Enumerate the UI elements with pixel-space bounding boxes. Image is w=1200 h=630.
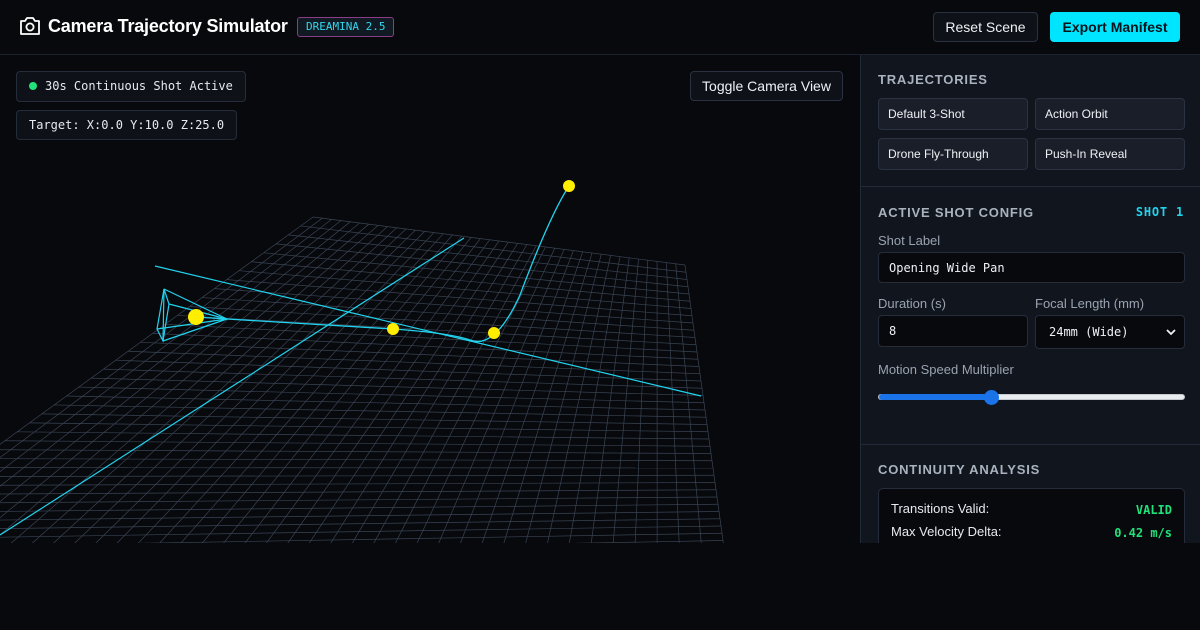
keyframe-2[interactable] [488, 327, 500, 339]
shot-config-title: Active Shot Config [878, 205, 1034, 220]
shot-id-badge: SHOT 1 [1135, 205, 1184, 219]
section-divider [861, 444, 1200, 445]
target-readout: Target: X:0.0 Y:10.0 Z:25.0 [16, 110, 238, 140]
trajectory-default-3-shot-button[interactable]: Default 3-Shot [878, 98, 1028, 130]
focal-length-select[interactable]: 24mm (Wide) [1035, 315, 1185, 349]
section-divider [861, 186, 1200, 187]
trajectory-action-orbit-button[interactable]: Action Orbit [1035, 98, 1185, 130]
velocity-delta-label: Max Velocity Delta: [891, 524, 1002, 539]
3d-viewport[interactable]: 30s Continuous Shot Active Target: X:0.0… [0, 55, 860, 543]
velocity-delta-value: 0.42 m/s [1114, 526, 1172, 540]
keyframe-1[interactable] [387, 323, 399, 335]
camera-position-marker[interactable] [188, 309, 204, 325]
control-sidebar: Trajectories Default 3-Shot Action Orbit… [860, 55, 1200, 543]
shot-label-input[interactable] [878, 252, 1185, 283]
axis-line-x [154, 265, 702, 397]
continuity-card: Transitions Valid: VALID Max Velocity De… [878, 488, 1185, 543]
camera-icon [20, 17, 40, 35]
reset-scene-button[interactable]: Reset Scene [933, 12, 1038, 42]
slider-fill [879, 394, 992, 400]
focal-length-value: 24mm (Wide) [1049, 325, 1129, 339]
trajectory-push-in-reveal-button[interactable]: Push-In Reveal [1035, 138, 1185, 170]
shot-status-chip: 30s Continuous Shot Active [16, 71, 246, 102]
version-badge: DREAMINA 2.5 [297, 17, 395, 37]
status-dot-icon [29, 82, 37, 90]
keyframe-3[interactable] [563, 180, 575, 192]
slider-thumb[interactable] [983, 390, 999, 405]
transitions-label: Transitions Valid: [891, 501, 990, 516]
continuity-title: Continuity Analysis [878, 462, 1041, 477]
duration-input[interactable] [878, 315, 1028, 347]
export-manifest-button[interactable]: Export Manifest [1050, 12, 1180, 42]
shot-label-label: Shot Label [878, 233, 941, 248]
transitions-value: VALID [1135, 503, 1172, 517]
trajectories-title: Trajectories [878, 72, 988, 87]
status-text: 30s Continuous Shot Active [45, 79, 233, 93]
speed-multiplier-slider[interactable] [878, 390, 1185, 405]
trajectory-drone-fly-through-button[interactable]: Drone Fly-Through [878, 138, 1028, 170]
app-title: Camera Trajectory Simulator [48, 16, 288, 36]
app-header: Camera Trajectory Simulator DREAMINA 2.5… [0, 0, 1200, 55]
ground-grid [0, 216, 724, 543]
toggle-camera-view-button[interactable]: Toggle Camera View [690, 71, 843, 101]
duration-label: Duration (s) [878, 296, 946, 311]
focal-length-label: Focal Length (mm) [1035, 296, 1145, 311]
chevron-down-icon [1166, 329, 1176, 336]
speed-multiplier-label: Motion Speed Multiplier [878, 362, 1014, 377]
